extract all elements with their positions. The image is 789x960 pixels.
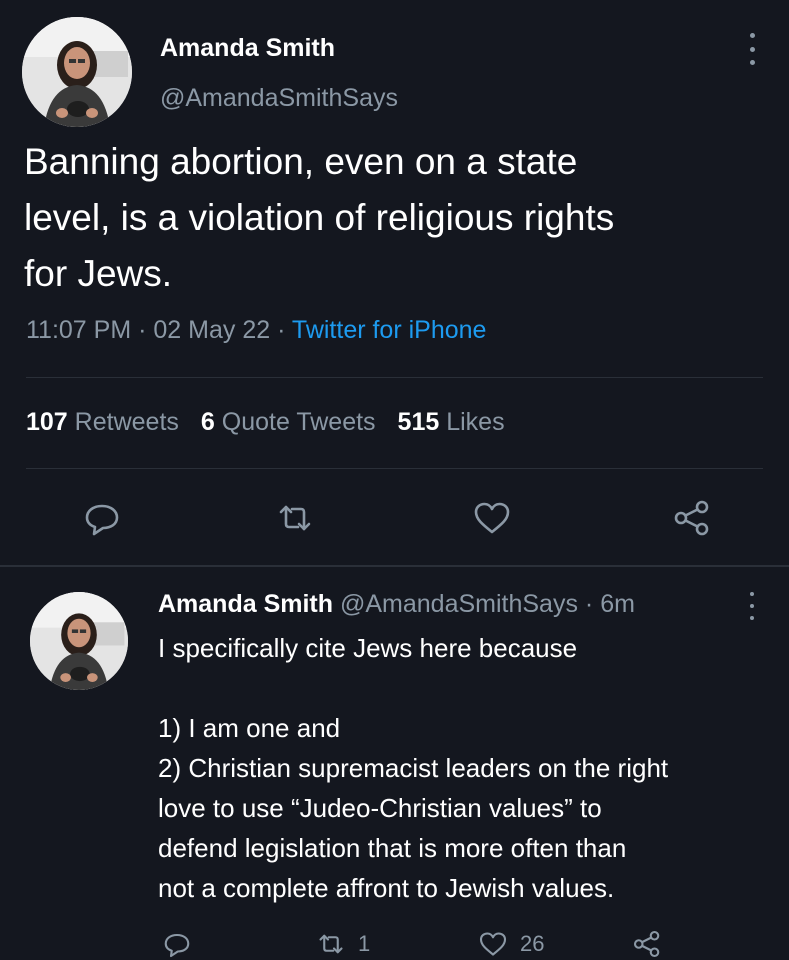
tweet-time: 11:07 PM (26, 316, 132, 344)
tweet-text-line: for Jews. (24, 253, 173, 294)
tweet-source-link[interactable]: Twitter for iPhone (292, 316, 487, 344)
reply-avatar[interactable] (30, 592, 128, 690)
engagement-stats: 107 Retweets 6 Quote Tweets 515 Likes (26, 408, 505, 437)
reply-like-button[interactable]: 26 (478, 928, 544, 960)
retweet-icon (319, 934, 343, 954)
display-name[interactable]: Amanda Smith (160, 34, 335, 63)
tweet-text-line: Banning abortion, even on a state (24, 141, 578, 182)
like-icon (479, 932, 507, 956)
quotes-count: 6 (200, 408, 215, 436)
meta-separator: · (138, 316, 154, 344)
retweets-stat[interactable]: 107 Retweets (26, 408, 179, 436)
meta-separator: · (577, 590, 601, 618)
tweet-date: 02 May 22 (153, 316, 271, 344)
reply-text-line (158, 668, 768, 708)
tweet-meta: 11:07 PM · 02 May 22 · Twitter for iPhon… (26, 316, 486, 345)
reply-like-count: 26 (520, 931, 545, 956)
reply-text-line: 2) Christian supremacist leaders on the … (158, 753, 669, 783)
reply-reply-button[interactable] (162, 928, 192, 960)
retweets-label: Retweets (74, 408, 179, 436)
reply-icon (164, 933, 190, 958)
reply-display-name[interactable]: Amanda Smith (158, 590, 333, 618)
reply-more-options-icon[interactable] (745, 592, 759, 620)
reply-text-line: I specifically cite Jews here because (158, 633, 578, 663)
likes-count: 515 (397, 408, 440, 436)
reply-text-line: defend legislation that is more often th… (158, 833, 627, 863)
retweets-count: 107 (26, 408, 68, 436)
reply-retweet-count: 1 (358, 931, 371, 956)
share-icon (633, 930, 660, 958)
tweet-text: Banning abortion, even on a state level,… (24, 134, 764, 302)
avatar[interactable] (22, 17, 132, 127)
likes-stat[interactable]: 515 Likes (398, 408, 505, 436)
share-icon[interactable] (672, 498, 712, 538)
tweet-separator (0, 565, 789, 567)
reply-text-line: 1) I am one and (158, 713, 341, 743)
main-tweet: Amanda Smith @AmandaSmithSays Banning ab… (0, 0, 789, 565)
reply-text-line: love to use “Judeo-Christian values” to (158, 793, 602, 823)
avatar-photo (22, 17, 132, 127)
reply-text-line: not a complete affront to Jewish values. (158, 873, 615, 903)
retweet-icon[interactable] (275, 498, 315, 538)
divider (26, 468, 763, 469)
meta-separator: · (277, 316, 292, 344)
user-handle[interactable]: @AmandaSmithSays (160, 84, 398, 113)
reply-share-button[interactable] (632, 928, 662, 960)
avatar-photo (30, 592, 128, 690)
reply-text: I specifically cite Jews here because 1)… (158, 628, 768, 908)
reply-handle[interactable]: @AmandaSmithSays (340, 590, 578, 618)
reply-icon[interactable] (82, 498, 122, 538)
likes-label: Likes (446, 408, 505, 436)
quotes-stat[interactable]: 6 Quote Tweets (201, 408, 376, 436)
reply-header: Amanda Smith @AmandaSmithSays · 6m (158, 590, 635, 619)
tweet-text-line: level, is a violation of religious right… (24, 197, 615, 238)
quotes-label: Quote Tweets (221, 408, 376, 436)
more-options-icon[interactable] (745, 33, 759, 65)
reply-retweet-button[interactable]: 1 (316, 928, 370, 960)
like-icon[interactable] (472, 498, 512, 538)
reply-age: 6m (600, 590, 635, 618)
divider (26, 377, 763, 378)
